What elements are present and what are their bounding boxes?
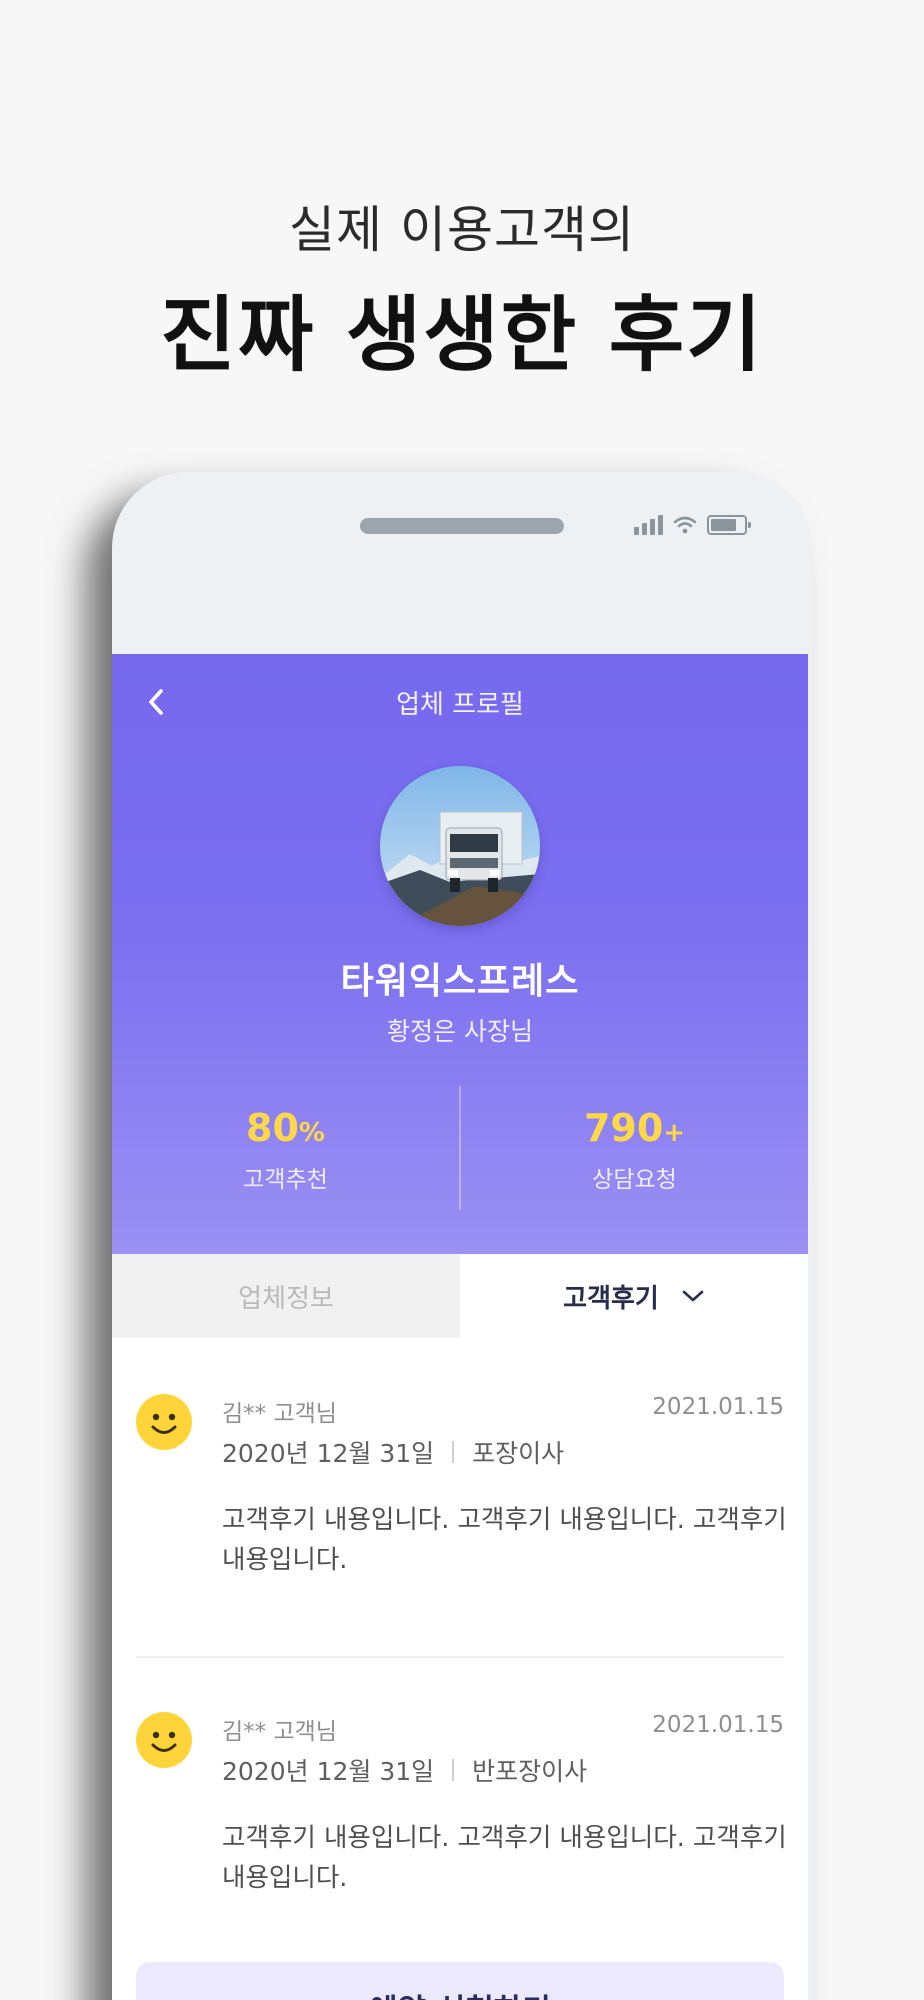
company-avatar xyxy=(380,766,540,926)
review-body: 고객후기 내용입니다. 고객후기 내용입니다. 고객후기 내용입니다. xyxy=(222,1823,787,1893)
reserve-button[interactable]: 예약 신청하기 xyxy=(136,1962,784,2000)
owner-name: 황정은 사장님 xyxy=(387,1017,533,1046)
review-meta: 2020년 12월 31일 반포장이사 xyxy=(222,1752,587,1788)
truck-photo xyxy=(380,766,540,926)
stat-consult-label: 상담요청 xyxy=(592,1167,677,1193)
review-meta: 2020년 12월 31일 포장이사 xyxy=(222,1434,564,1470)
meta-divider xyxy=(452,1759,455,1781)
profile-header: 업체 프로필 타워익스프레스 황정은 사장님 80% 고객추천 790+ 상담요… xyxy=(112,654,808,1254)
review-separator xyxy=(136,1656,784,1658)
review-item: 김** 고객님 2021.01.15 2020년 12월 31일 포장이사 고객… xyxy=(112,1338,808,1656)
reviewer-name: 김** 고객님 xyxy=(222,1719,337,1745)
stat-recommend: 80% 고객추천 xyxy=(112,1082,459,1212)
tab-company-info-label: 업체정보 xyxy=(238,1283,334,1314)
company-name: 타워익스프레스 xyxy=(340,961,580,1002)
service-type: 반포장이사 xyxy=(472,1757,588,1786)
phone-frame: 업체 프로필 타워익스프레스 황정은 사장님 80% 고객추천 790+ 상담요… xyxy=(112,472,812,2000)
signal-icon xyxy=(634,515,663,535)
headline-subtitle: 실제 이용고객의 xyxy=(289,201,635,259)
stat-consult-unit: + xyxy=(663,1118,686,1148)
review-item: 김** 고객님 2021.01.15 2020년 12월 31일 반포장이사 고… xyxy=(112,1656,808,1966)
smiley-icon xyxy=(136,1394,192,1450)
battery-icon xyxy=(707,515,751,535)
tab-reviews[interactable]: 고객후기 xyxy=(460,1254,808,1338)
status-bar-icons xyxy=(634,510,764,540)
review-date: 2021.01.15 xyxy=(652,1394,784,1420)
tab-reviews-label: 고객후기 xyxy=(563,1283,659,1314)
phone-speaker xyxy=(360,518,564,534)
meta-divider xyxy=(452,1441,455,1463)
stat-consult-value: 790 xyxy=(583,1106,664,1150)
stat-recommend-value: 80 xyxy=(246,1106,299,1150)
move-date: 2020년 12월 31일 xyxy=(222,1757,435,1786)
stats-row: 80% 고객추천 790+ 상담요청 xyxy=(112,1082,808,1212)
headline-title: 진짜 생생한 후기 xyxy=(160,288,764,383)
chevron-down-icon xyxy=(682,1290,704,1302)
profile-tabs: 업체정보 고객후기 xyxy=(112,1254,808,1338)
service-type: 포장이사 xyxy=(472,1439,565,1468)
move-date: 2020년 12월 31일 xyxy=(222,1439,435,1468)
screen-title: 업체 프로필 xyxy=(396,690,524,720)
smiley-icon xyxy=(136,1712,192,1768)
reviewer-name: 김** 고객님 xyxy=(222,1401,337,1427)
stat-recommend-label: 고객추천 xyxy=(243,1167,328,1193)
reserve-button-label: 예약 신청하기 xyxy=(369,1985,551,2000)
tab-company-info[interactable]: 업체정보 xyxy=(112,1254,460,1338)
wifi-icon xyxy=(673,516,697,534)
stat-consult: 790+ 상담요청 xyxy=(461,1082,808,1212)
review-body: 고객후기 내용입니다. 고객후기 내용입니다. 고객후기 내용입니다. xyxy=(222,1505,787,1575)
review-date: 2021.01.15 xyxy=(652,1712,784,1738)
stat-recommend-unit: % xyxy=(298,1118,325,1148)
app-screen: 업체 프로필 타워익스프레스 황정은 사장님 80% 고객추천 790+ 상담요… xyxy=(112,654,808,2000)
